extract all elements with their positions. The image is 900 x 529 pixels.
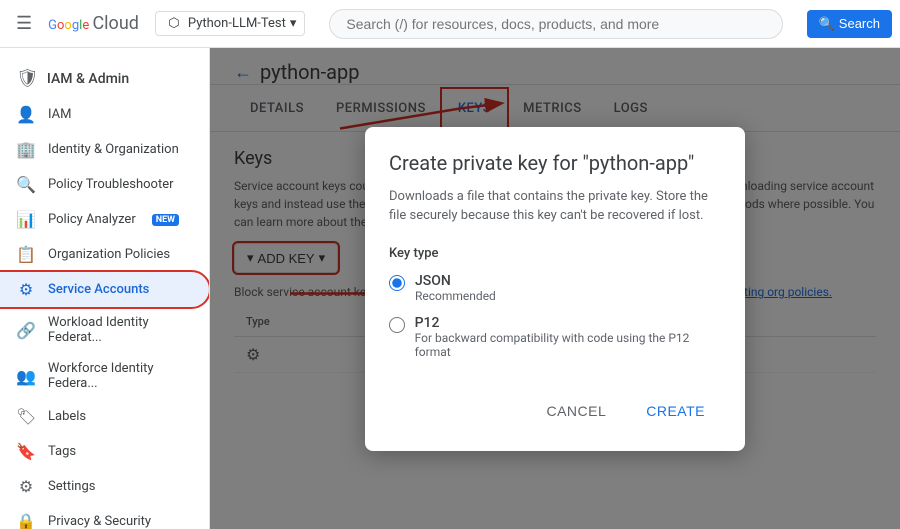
search-button[interactable]: 🔍 Search — [807, 10, 892, 38]
menu-icon[interactable]: ☰ — [8, 5, 40, 42]
json-sublabel: Recommended — [415, 289, 496, 303]
project-selector[interactable]: ⬡ Python-LLM-Test ▾ — [155, 11, 306, 36]
sidebar-item-policy-troubleshooter[interactable]: 🔍 Policy Troubleshooter — [0, 167, 209, 202]
sidebar-item-org-policies[interactable]: 📋 Organization Policies — [0, 237, 209, 272]
p12-option[interactable]: P12 For backward compatibility with code… — [389, 315, 721, 359]
modal-footer: CANCEL CREATE — [389, 383, 721, 427]
key-type-label: Key type — [389, 246, 721, 261]
logo-text: Google Cloud — [48, 13, 139, 34]
sidebar-item-iam[interactable]: 👤 IAM — [0, 97, 209, 132]
project-name: Python-LLM-Test — [188, 16, 286, 31]
modal-description: Downloads a file that contains the priva… — [389, 187, 721, 226]
iam-admin-icon: 🛡 — [16, 68, 39, 89]
sidebar-item-labels[interactable]: 🏷 Labels — [0, 399, 209, 434]
sidebar-item-tags[interactable]: 🔖 Tags — [0, 434, 209, 469]
sidebar-item-service-accounts[interactable]: ⚙ Service Accounts — [0, 272, 209, 307]
chevron-down-icon: ▾ — [290, 16, 297, 31]
create-button[interactable]: CREATE — [630, 395, 721, 427]
tags-icon: 🔖 — [16, 442, 36, 461]
search-input[interactable] — [329, 9, 782, 39]
sidebar-item-workload-identity[interactable]: 🔗 Workload Identity Federat... — [0, 307, 209, 353]
sidebar-item-identity-org[interactable]: 🏢 Identity & Organization — [0, 132, 209, 167]
labels-icon: 🏷 — [16, 407, 36, 426]
content-area: ← python-app DETAILS PERMISSIONS KEYS ME… — [210, 48, 900, 529]
p12-radio[interactable] — [389, 317, 405, 333]
p12-label: P12 — [415, 315, 721, 331]
json-label: JSON — [415, 273, 496, 289]
project-icon: ⬡ — [164, 16, 184, 31]
json-radio[interactable] — [389, 275, 405, 291]
sidebar-item-privacy-security[interactable]: 🔒 Privacy & Security — [0, 504, 209, 529]
service-accounts-icon: ⚙ — [16, 280, 36, 299]
identity-org-icon: 🏢 — [16, 140, 36, 159]
new-badge: NEW — [152, 214, 179, 226]
sidebar: 🛡 IAM & Admin 👤 IAM 🏢 Identity & Organiz… — [0, 48, 210, 529]
iam-icon: 👤 — [16, 105, 36, 124]
sidebar-item-policy-analyzer[interactable]: 📊 Policy Analyzer NEW — [0, 202, 209, 237]
privacy-icon: 🔒 — [16, 512, 36, 529]
settings-icon: ⚙ — [16, 477, 36, 496]
troubleshooter-icon: 🔍 — [16, 175, 36, 194]
analyzer-icon: 📊 — [16, 210, 36, 229]
top-nav: ☰ Google Cloud ⬡ Python-LLM-Test ▾ 🔍 Sea… — [0, 0, 900, 48]
modal-overlay: Create private key for "python-app" Down… — [210, 48, 900, 529]
p12-sublabel: For backward compatibility with code usi… — [415, 331, 721, 359]
json-option[interactable]: JSON Recommended — [389, 273, 721, 303]
workforce-icon: 👥 — [16, 367, 36, 386]
google-cloud-logo: Google Cloud — [48, 13, 139, 34]
modal-title: Create private key for "python-app" — [389, 151, 721, 175]
sidebar-header: 🛡 IAM & Admin — [0, 56, 209, 97]
cancel-button[interactable]: CANCEL — [530, 395, 622, 427]
sidebar-item-settings[interactable]: ⚙ Settings — [0, 469, 209, 504]
org-policies-icon: 📋 — [16, 245, 36, 264]
create-key-modal: Create private key for "python-app" Down… — [365, 127, 745, 451]
main-layout: 🛡 IAM & Admin 👤 IAM 🏢 Identity & Organiz… — [0, 48, 900, 529]
workload-icon: 🔗 — [16, 321, 36, 340]
sidebar-item-workforce-identity[interactable]: 👥 Workforce Identity Federa... — [0, 353, 209, 399]
search-icon: 🔍 — [819, 16, 835, 32]
